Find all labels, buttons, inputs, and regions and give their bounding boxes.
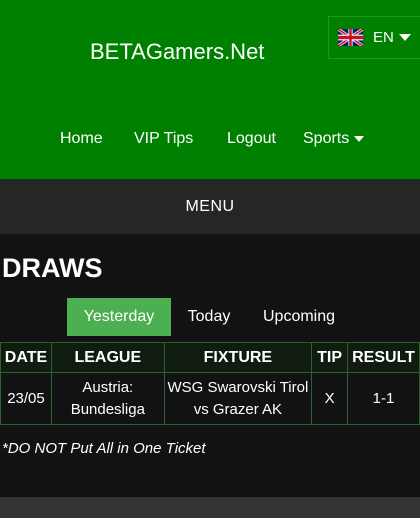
chevron-down-icon [398, 34, 411, 41]
column-header-result: RESULT [347, 342, 420, 373]
site-header: BETAGamers.Net EN Home VIP Tips Logout S… [0, 0, 420, 179]
menu-toggle[interactable]: MENU [0, 179, 420, 234]
cell-result: 1-1 [347, 372, 420, 425]
site-brand[interactable]: BETAGamers.Net [90, 38, 264, 66]
uk-flag-icon [338, 29, 363, 46]
nav-sports-label: Sports [303, 130, 350, 147]
cell-tip: X [311, 372, 349, 425]
nav-vip-tips-link[interactable]: VIP Tips [134, 130, 193, 148]
table-header-row: DATE LEAGUE FIXTURE TIP RESULT [0, 342, 420, 373]
menu-label: MENU [185, 197, 235, 215]
column-header-league: LEAGUE [50, 342, 165, 373]
column-header-tip: TIP [311, 342, 349, 373]
language-code: EN [373, 29, 394, 46]
table-row: 23/05 Austria: Bundesliga WSG Swarovski … [0, 372, 420, 425]
footer-bar [0, 497, 420, 518]
nav-home-link[interactable]: Home [60, 130, 103, 148]
cell-league: Austria: Bundesliga [50, 372, 165, 425]
page-title: DRAWS [2, 253, 103, 283]
disclaimer-note: *DO NOT Put All in One Ticket [2, 440, 206, 457]
tab-today[interactable]: Today [171, 298, 247, 336]
column-header-date: DATE [0, 342, 52, 373]
tips-table: DATE LEAGUE FIXTURE TIP RESULT 23/05 Aus… [0, 342, 420, 425]
nav-logout-link[interactable]: Logout [227, 130, 276, 148]
cell-fixture: WSG Swarovski Tirol vs Grazer AK [163, 372, 313, 425]
tab-yesterday[interactable]: Yesterday [67, 298, 171, 336]
tab-upcoming[interactable]: Upcoming [247, 298, 351, 336]
chevron-down-icon [354, 136, 365, 142]
column-header-fixture: FIXTURE [163, 342, 313, 373]
nav-sports-dropdown[interactable]: Sports [303, 130, 365, 148]
day-tabs: Yesterday Today Upcoming [67, 298, 351, 336]
language-selector[interactable]: EN [328, 16, 420, 59]
cell-date: 23/05 [0, 372, 52, 425]
